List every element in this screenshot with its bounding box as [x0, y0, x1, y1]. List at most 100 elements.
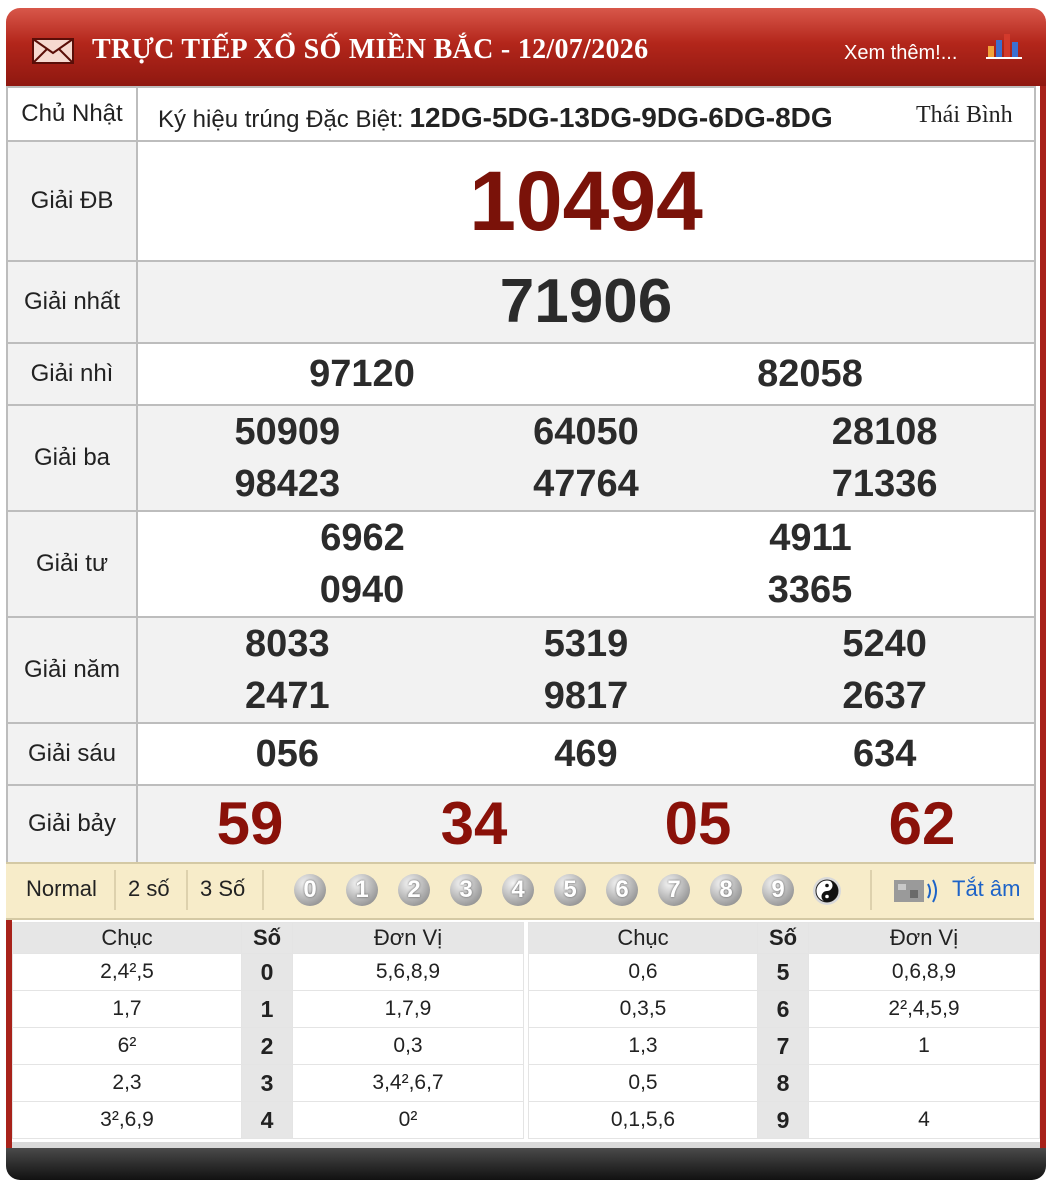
units-cell: 0,3 [292, 1027, 524, 1065]
table-row: 0,5 8 [528, 1064, 1040, 1102]
prize-number: 6962 [320, 517, 405, 559]
mode-3-digit-button[interactable]: 3 Số [200, 876, 245, 902]
prize-number: 5319 [543, 623, 629, 665]
symbol-row: Chủ Nhật Ký hiệu trúng Đặc Biệt: 12DG-5DG… [6, 86, 1036, 142]
prize-number: 97120 [309, 353, 415, 395]
mute-button[interactable]: Tắt âm [952, 876, 1020, 902]
digit-ball-4[interactable]: 4 [502, 874, 534, 906]
digit-ball-8[interactable]: 8 [710, 874, 742, 906]
units-cell: 4 [808, 1101, 1040, 1139]
tens-cell: 1,3 [528, 1027, 758, 1065]
column-header: Chục [12, 922, 242, 954]
prize-number: 71336 [831, 463, 938, 505]
tens-cell: 3²,6,9 [12, 1101, 242, 1139]
prize-number: 2637 [842, 675, 927, 717]
digit-ball-7[interactable]: 7 [658, 874, 690, 906]
prize-row-db: Giải ĐB 10494 [6, 140, 1036, 262]
prize-number: 98423 [234, 463, 341, 505]
prize-number: 50909 [234, 411, 341, 453]
bar-chart-icon[interactable] [986, 28, 1026, 60]
table-row: 1,7 1 1,7,9 [12, 990, 524, 1028]
prize-number: 82058 [757, 353, 863, 395]
prize-label: Giải nhì [6, 342, 138, 406]
digit-ball-3[interactable]: 3 [450, 874, 482, 906]
column-header: Số [241, 922, 293, 954]
units-cell [808, 1064, 1040, 1102]
prize-number: 62 [888, 790, 956, 857]
results-table: Chủ Nhật Ký hiệu trúng Đặc Biệt: 12DG-5DG… [6, 86, 1036, 864]
head-digit-cell: 4 [241, 1101, 293, 1139]
prize-number: 9817 [543, 675, 629, 717]
table-row: 6² 2 0,3 [12, 1027, 524, 1065]
units-cell: 5,6,8,9 [292, 953, 524, 991]
prize-number: 0940 [319, 569, 405, 611]
prize-label: Giải sáu [6, 722, 138, 786]
tens-cell: 0,5 [528, 1064, 758, 1102]
prize-number: 3365 [767, 569, 853, 611]
prize-number: 056 [255, 733, 320, 775]
digit-ball-6[interactable]: 6 [606, 874, 638, 906]
digit-ball-5[interactable]: 5 [554, 874, 586, 906]
mail-icon [32, 38, 74, 64]
column-header: Đơn Vị [292, 922, 524, 954]
prize-number: 64050 [533, 411, 639, 453]
units-cell: 3,4²,6,7 [292, 1064, 524, 1102]
units-cell: 0² [292, 1101, 524, 1139]
loto-table-right: Chục Số Đơn Vị 0,6 5 0,6,8,9 0,3,5 6 2²,4,5,… [528, 922, 1040, 1139]
loto-table-left: Chục Số Đơn Vị 2,4²,5 0 5,6,8,9 1,7 1 1,7,9 … [12, 922, 524, 1139]
prize-row-g7: Giải bảy 59 34 05 62 [6, 784, 1036, 864]
prize-label: Giải tư [6, 510, 138, 618]
prize-number: 2471 [245, 675, 330, 717]
footer-bar [6, 1148, 1046, 1180]
header-bar: TRỰC TIẾP XỔ SỐ MIỀN BẮC - 12/07/2026 Xe… [6, 8, 1046, 86]
prize-row-g1: Giải nhất 71906 [6, 260, 1036, 344]
prize-number: 47764 [533, 463, 639, 505]
tens-cell: 6² [12, 1027, 242, 1065]
table-row: 2,3 3 3,4²,6,7 [12, 1064, 524, 1102]
digit-ball-9[interactable]: 9 [762, 874, 794, 906]
table-row: 3²,6,9 4 0² [12, 1101, 524, 1139]
head-digit-cell: 9 [757, 1101, 809, 1139]
tens-cell: 0,3,5 [528, 990, 758, 1028]
day-label: Chủ Nhật [6, 86, 138, 142]
mode-normal-button[interactable]: Normal [26, 876, 97, 902]
table-row: 0,3,5 6 2²,4,5,9 [528, 990, 1040, 1028]
mode-2-digit-button[interactable]: 2 số [128, 876, 170, 902]
digit-ball-2[interactable]: 2 [398, 874, 430, 906]
prize-number: 59 [216, 790, 284, 857]
prize-row-g4: Giải tư 6962 4911 0940 3365 [6, 510, 1036, 618]
prize-number: 469 [554, 733, 618, 775]
special-prize-number: 10494 [469, 154, 703, 248]
prize-label: Giải bảy [6, 784, 138, 864]
province-label: Thái Bình [916, 102, 1013, 128]
more-link[interactable]: Xem thêm!... [844, 42, 957, 65]
head-digit-cell: 0 [241, 953, 293, 991]
prize-label: Giải nhất [6, 260, 138, 344]
tens-cell: 0,1,5,6 [528, 1101, 758, 1139]
head-digit-cell: 8 [757, 1064, 809, 1102]
prize-label: Giải ba [6, 404, 138, 512]
table-row: 0,6 5 0,6,8,9 [528, 953, 1040, 991]
units-cell: 1 [808, 1027, 1040, 1065]
page-title: TRỰC TIẾP XỔ SỐ MIỀN BẮC - 12/07/2026 [92, 34, 649, 65]
digit-ball-1[interactable]: 1 [346, 874, 378, 906]
prize-number: 34 [440, 790, 508, 857]
digit-ball-0[interactable]: 0 [294, 874, 326, 906]
speaker-icon[interactable] [892, 876, 940, 906]
tens-cell: 2,3 [12, 1064, 242, 1102]
units-cell: 0,6,8,9 [808, 953, 1040, 991]
units-cell: 2²,4,5,9 [808, 990, 1040, 1028]
prize-row-g3: Giải ba 50909 64050 28108 98423 47764 71… [6, 404, 1036, 512]
head-digit-cell: 5 [757, 953, 809, 991]
prize-number: 8033 [245, 623, 330, 665]
table-row: 0,1,5,6 9 4 [528, 1101, 1040, 1139]
prize-number: 5240 [842, 623, 927, 665]
yin-yang-icon[interactable] [812, 876, 842, 906]
tens-cell: 2,4²,5 [12, 953, 242, 991]
prize-number: 634 [852, 733, 917, 775]
head-digit-cell: 7 [757, 1027, 809, 1065]
symbol-label: Ký hiệu trúng Đặc Biệt: [158, 106, 404, 133]
head-digit-cell: 1 [241, 990, 293, 1028]
head-digit-cell: 2 [241, 1027, 293, 1065]
prize-label: Giải ĐB [6, 140, 138, 262]
